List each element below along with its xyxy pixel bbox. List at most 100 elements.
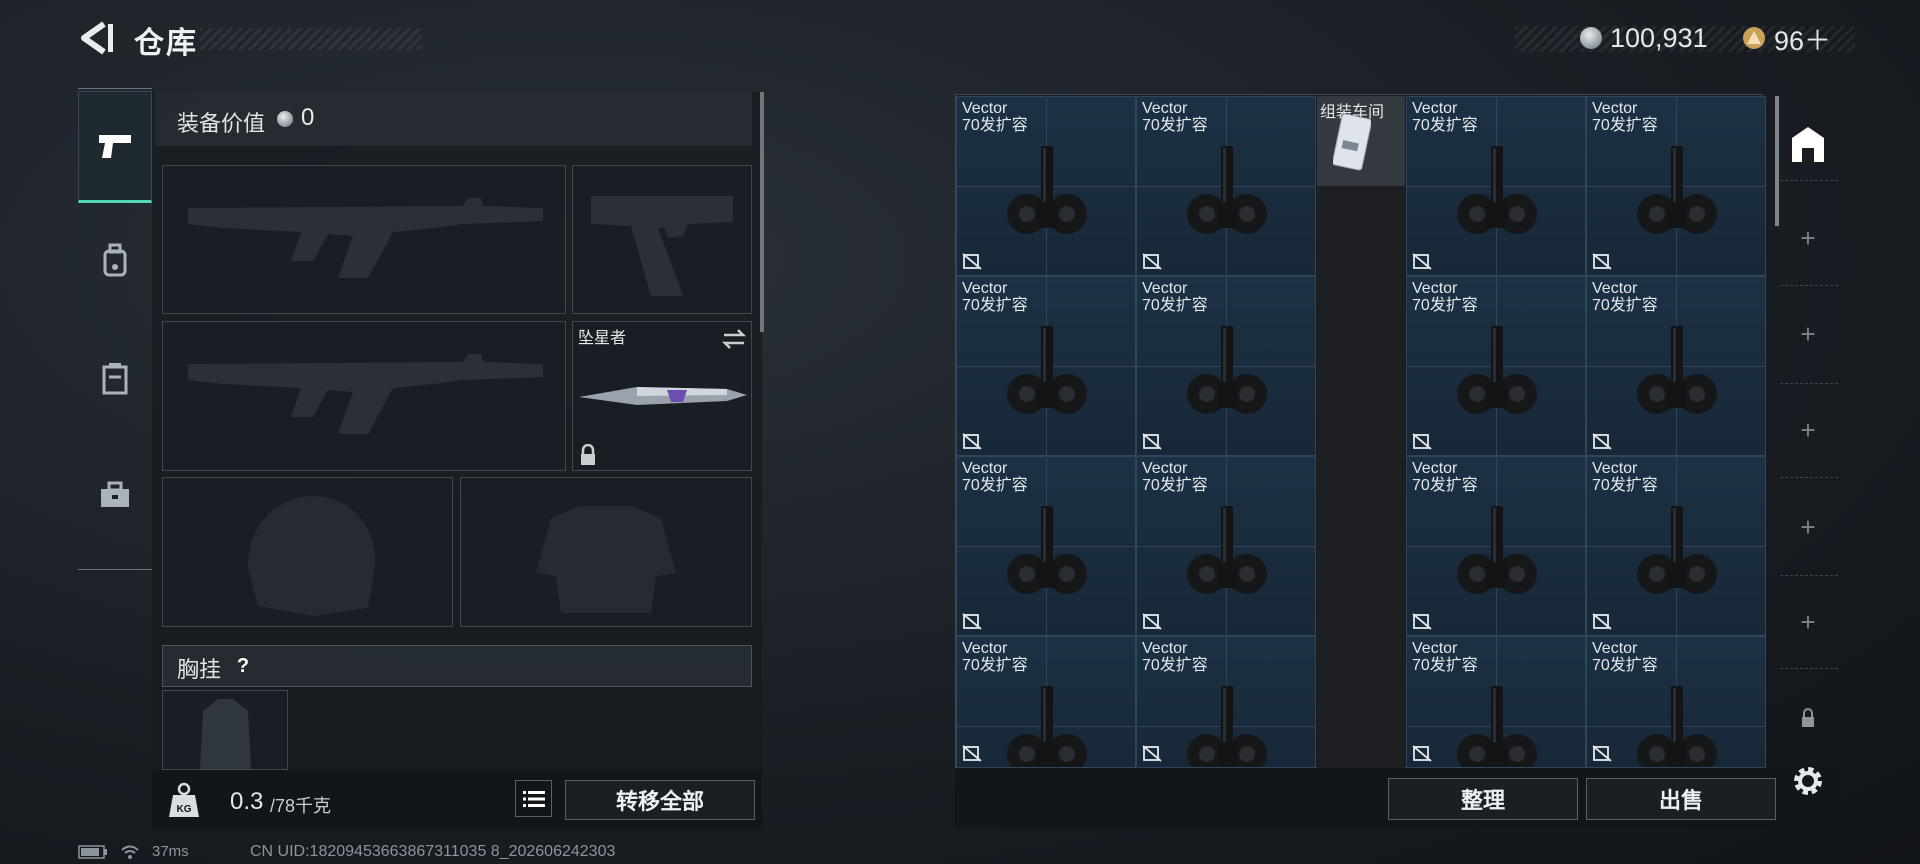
item-subtitle: 70发扩容	[1142, 657, 1208, 674]
item-name: Vector	[1592, 640, 1638, 657]
stash-home-icon[interactable]	[1788, 124, 1828, 164]
swap-arrows-icon[interactable]	[721, 328, 747, 350]
chest-rig-slot[interactable]	[162, 690, 288, 770]
primary-weapon-slot[interactable]	[162, 165, 566, 314]
tab-backpack[interactable]	[78, 204, 152, 316]
silver-coin-icon	[277, 111, 293, 127]
stash-item-vector-mag[interactable]: Vector 70发扩容	[1136, 636, 1316, 768]
currency-silver[interactable]: 100,931	[1580, 20, 1708, 56]
drum-magazine-icon	[1187, 506, 1267, 594]
sidearm-slot[interactable]	[572, 165, 752, 314]
drum-magazine-icon	[1457, 146, 1537, 234]
equipment-value: 0	[301, 104, 315, 131]
stash-item-vector-mag[interactable]: Vector 70发扩容	[1406, 636, 1586, 768]
stash-item-vector-mag[interactable]: Vector 70发扩容	[1586, 276, 1766, 456]
no-sale-icon	[1412, 253, 1432, 270]
loadout-scrollbar[interactable]	[760, 92, 764, 332]
equipment-value-label: 装备价值	[177, 111, 266, 136]
item-subtitle: 70发扩容	[962, 297, 1028, 314]
separator	[1780, 180, 1838, 182]
drum-magazine-icon	[1637, 146, 1717, 234]
helmet-slot[interactable]	[162, 477, 453, 627]
pistol-icon	[99, 135, 131, 158]
stash-item-vector-mag[interactable]: Vector 70发扩容	[1136, 276, 1316, 456]
sell-button[interactable]: 出售	[1586, 778, 1776, 820]
drum-magazine-icon	[1187, 326, 1267, 414]
stash-item-vector-mag[interactable]: Vector 70发扩容	[1406, 276, 1586, 456]
no-sale-icon	[1592, 613, 1612, 630]
stash-item-vector-mag[interactable]: Vector 70发扩容	[956, 276, 1136, 456]
item-subtitle: 70发扩容	[1592, 117, 1658, 134]
item-name: Vector	[962, 640, 1008, 657]
lock-icon[interactable]	[1800, 708, 1816, 728]
drum-magazine-icon	[1187, 686, 1267, 767]
stash-item-vector-mag[interactable]: Vector 70发扩容	[1136, 456, 1316, 636]
stash-item-vector-mag[interactable]: Vector 70发扩容	[1586, 456, 1766, 636]
no-sale-icon	[1592, 433, 1612, 450]
drum-magazine-icon	[1007, 686, 1087, 767]
settings-gear-icon[interactable]	[1790, 763, 1826, 799]
list-icon	[522, 790, 545, 807]
no-sale-icon	[962, 433, 982, 450]
currency-gold[interactable]: 96＋	[1742, 20, 1831, 56]
stash-item-vector-mag[interactable]: Vector 70发扩容	[1586, 636, 1766, 768]
user-uid: CN UID:18209453663867311035 8_2026062423…	[250, 843, 616, 860]
add-stash-icon[interactable]: +	[1796, 609, 1820, 635]
weight-current: 0.3	[230, 788, 264, 815]
battery-icon	[78, 844, 107, 859]
tab-weapons[interactable]	[78, 91, 152, 203]
secondary-weapon-slot[interactable]	[162, 321, 566, 471]
help-icon[interactable]: ?	[228, 652, 258, 680]
workshop-card-icon	[1333, 113, 1371, 171]
vest-icon	[102, 363, 128, 395]
no-sale-icon	[1592, 745, 1612, 762]
drum-magazine-icon	[1637, 326, 1717, 414]
stash-item-vector-mag[interactable]: Vector 70发扩容	[956, 96, 1136, 276]
back-arrow-icon[interactable]	[78, 20, 114, 56]
drum-magazine-icon	[1457, 686, 1537, 767]
sort-button[interactable]: 整理	[1388, 778, 1578, 820]
backpack-icon	[103, 243, 127, 277]
drum-magazine-icon	[1637, 506, 1717, 594]
stash-item-vector-mag[interactable]: Vector 70发扩容	[1406, 456, 1586, 636]
drum-magazine-icon	[1007, 146, 1087, 234]
rifle-silhouette-icon	[188, 198, 543, 278]
stash-scrollbar[interactable]	[1775, 96, 1779, 226]
stash-item-vector-mag[interactable]: Vector 70发扩容	[956, 636, 1136, 768]
drum-magazine-icon	[1457, 506, 1537, 594]
title-decoration	[200, 28, 422, 50]
toolbox-icon	[101, 481, 129, 507]
melee-slot[interactable]: 坠星者	[572, 321, 752, 471]
stash-item-vector-mag[interactable]: Vector 70发扩容	[1136, 96, 1316, 276]
item-name: Vector	[962, 280, 1008, 297]
separator	[1780, 477, 1838, 479]
stash-item-vector-mag[interactable]: Vector 70发扩容	[1586, 96, 1766, 276]
add-stash-icon[interactable]: +	[1796, 514, 1820, 540]
no-sale-icon	[962, 745, 982, 762]
drum-magazine-icon	[1637, 686, 1717, 767]
item-subtitle: 70发扩容	[1412, 117, 1478, 134]
add-stash-icon[interactable]: +	[1796, 417, 1820, 443]
silver-coin-icon	[1580, 27, 1602, 49]
item-name: Vector	[1142, 640, 1188, 657]
list-view-button[interactable]	[515, 780, 552, 817]
item-subtitle: 70发扩容	[1142, 297, 1208, 314]
chest-rig-silhouette-icon	[200, 699, 251, 769]
rifle-silhouette-icon	[188, 354, 543, 434]
add-stash-icon[interactable]: +	[1796, 225, 1820, 251]
item-name: Vector	[1412, 640, 1458, 657]
tab-toolbox[interactable]	[78, 439, 152, 551]
no-sale-icon	[1142, 253, 1162, 270]
item-subtitle: 70发扩容	[1412, 297, 1478, 314]
stash-item-vector-mag[interactable]: Vector 70发扩容	[956, 456, 1136, 636]
tab-vest[interactable]	[78, 322, 152, 434]
separator	[1780, 575, 1838, 577]
stash-item-vector-mag[interactable]: Vector 70发扩容	[1406, 96, 1586, 276]
transfer-all-button[interactable]: 转移全部	[565, 780, 755, 820]
add-stash-icon[interactable]: +	[1796, 321, 1820, 347]
item-name: Vector	[962, 100, 1008, 117]
item-name: Vector	[1592, 460, 1638, 477]
item-subtitle: 70发扩容	[962, 657, 1028, 674]
currency-gold-value: 96＋	[1774, 25, 1832, 56]
armor-slot[interactable]	[460, 477, 752, 627]
